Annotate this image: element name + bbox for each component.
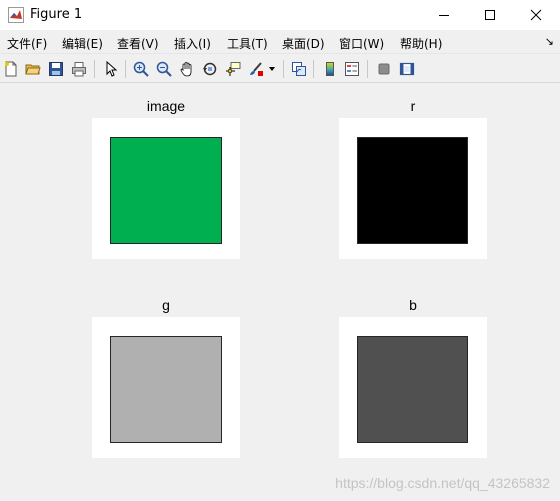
zoom-out-icon xyxy=(156,61,172,77)
title-bar: Figure 1 xyxy=(0,0,560,30)
subplot-title-g: g xyxy=(162,297,170,313)
open-file-button[interactable] xyxy=(23,59,43,79)
data-cursor-icon xyxy=(226,62,241,76)
pointer-button[interactable] xyxy=(101,59,121,79)
zoom-in-icon xyxy=(133,61,149,77)
menu-insert[interactable]: 插入(I) xyxy=(174,35,211,52)
colorbar-icon xyxy=(326,62,334,76)
show-plot-tools-button[interactable] xyxy=(397,59,417,79)
minimize-button[interactable] xyxy=(421,0,467,30)
legend-button[interactable] xyxy=(342,59,362,79)
hide-plot-tools-icon xyxy=(378,63,390,75)
rotate-3d-icon xyxy=(203,62,217,76)
minimize-icon xyxy=(439,15,449,16)
new-figure-button[interactable] xyxy=(1,59,21,79)
toolbar-separator xyxy=(283,60,284,78)
matlab-logo-icon xyxy=(8,7,24,23)
zoom-out-button[interactable] xyxy=(154,59,174,79)
brush-icon xyxy=(250,62,263,76)
menu-tools[interactable]: 工具(T) xyxy=(227,35,268,52)
figure-toolbar xyxy=(0,55,560,83)
hide-plot-tools-button[interactable] xyxy=(374,59,394,79)
image-display-r xyxy=(357,137,468,244)
subplot-axes-image[interactable] xyxy=(92,118,240,259)
menu-window[interactable]: 窗口(W) xyxy=(339,35,384,52)
toolbar-separator xyxy=(94,60,95,78)
pointer-icon xyxy=(106,61,118,77)
rotate-3d-button[interactable] xyxy=(200,59,220,79)
toolbar-separator xyxy=(313,60,314,78)
save-icon xyxy=(49,62,63,76)
menu-bar: 文件(F) 编辑(E) 查看(V) 插入(I) 工具(T) 桌面(D) 窗口(W… xyxy=(0,30,560,54)
show-plot-tools-icon xyxy=(399,62,415,76)
dropdown-arrow-icon xyxy=(269,67,275,71)
image-display-g xyxy=(110,336,222,443)
menu-help[interactable]: 帮助(H) xyxy=(400,35,442,52)
subplot-axes-g[interactable] xyxy=(92,317,240,458)
pan-icon xyxy=(180,62,192,77)
toolbar-separator xyxy=(125,60,126,78)
brush-dropdown-button[interactable] xyxy=(266,59,278,79)
colorbar-button[interactable] xyxy=(320,59,340,79)
watermark-text: https://blog.csdn.net/qq_43265832 xyxy=(335,475,550,491)
toolbar-separator xyxy=(367,60,368,78)
close-icon xyxy=(530,9,542,21)
subplot-title-image: image xyxy=(146,98,186,114)
image-display-b xyxy=(357,336,468,443)
save-button[interactable] xyxy=(46,59,66,79)
link-plot-button[interactable] xyxy=(289,59,309,79)
subplot-axes-r[interactable] xyxy=(339,118,487,259)
menu-file[interactable]: 文件(F) xyxy=(7,35,47,52)
maximize-icon xyxy=(485,10,495,20)
close-button[interactable] xyxy=(513,0,559,30)
data-cursor-button[interactable] xyxy=(223,59,243,79)
print-button[interactable] xyxy=(69,59,89,79)
menubar-overflow-arrow[interactable]: ↘ xyxy=(545,35,554,48)
menu-view[interactable]: 查看(V) xyxy=(117,35,159,52)
maximize-button[interactable] xyxy=(467,0,513,30)
new-figure-icon xyxy=(5,61,17,77)
subplot-title-r: r xyxy=(410,98,416,114)
legend-icon xyxy=(345,62,359,76)
image-display-image xyxy=(110,137,222,244)
menu-edit[interactable]: 编辑(E) xyxy=(62,35,103,52)
link-plot-icon xyxy=(292,62,306,76)
open-file-icon xyxy=(25,64,41,75)
figure-canvas: image r g b https://blog.csdn.net/qq_432… xyxy=(0,84,560,501)
subplot-title-b: b xyxy=(409,297,417,313)
brush-button[interactable] xyxy=(246,59,266,79)
window-title: Figure 1 xyxy=(30,7,83,22)
menu-desktop[interactable]: 桌面(D) xyxy=(282,35,325,52)
print-icon xyxy=(72,62,86,77)
pan-button[interactable] xyxy=(177,59,197,79)
zoom-in-button[interactable] xyxy=(131,59,151,79)
subplot-axes-b[interactable] xyxy=(339,317,487,458)
